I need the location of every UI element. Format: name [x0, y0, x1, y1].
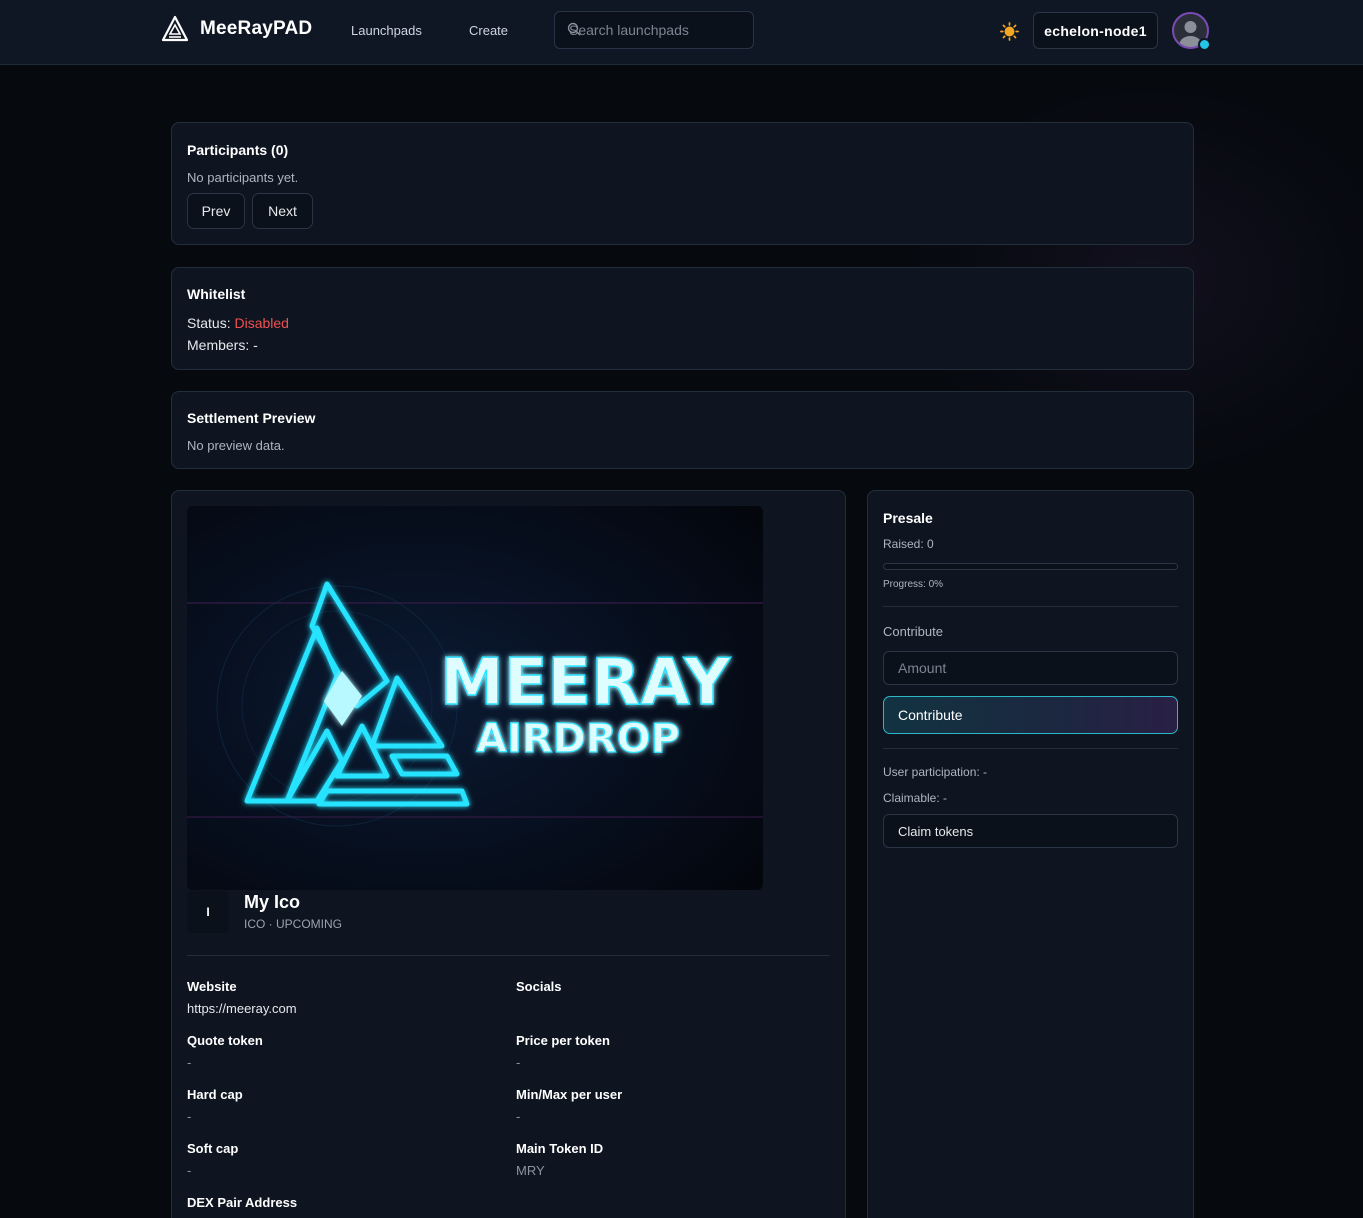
claim-tokens-button[interactable]: Claim tokens: [883, 814, 1178, 848]
presale-title: Presale: [883, 510, 933, 526]
whitelist-card: Whitelist Status: Disabled Members: -: [171, 267, 1194, 370]
prev-button[interactable]: Prev: [187, 193, 245, 229]
search-input[interactable]: [569, 12, 749, 48]
hard-cap-label: Hard cap: [187, 1087, 243, 1102]
website-link[interactable]: https://meeray.com: [187, 1001, 297, 1016]
presale-card: [867, 490, 1194, 1218]
contribute-heading: Contribute: [883, 624, 943, 639]
min-max-per-user-value: -: [516, 1109, 521, 1124]
claimable-text: Claimable: -: [883, 791, 948, 805]
presale-progress-bar: [883, 563, 1178, 570]
presale-divider-2: [883, 748, 1178, 749]
whitelist-status: Status: Disabled: [187, 315, 289, 331]
online-status-dot: [1198, 38, 1211, 51]
search-box: [554, 11, 754, 49]
whitelist-members-value: -: [253, 337, 258, 353]
quote-token-label: Quote token: [187, 1033, 263, 1048]
node-selector-button[interactable]: echelon-node1: [1033, 12, 1158, 49]
user-participation-text: User participation: -: [883, 765, 988, 779]
next-button[interactable]: Next: [252, 193, 313, 229]
project-banner-image: MEERAY AIRDROP: [187, 506, 763, 890]
whitelist-members-label: Members:: [187, 337, 250, 353]
main-token-id-value: MRY: [516, 1163, 545, 1178]
amount-input[interactable]: [883, 651, 1178, 685]
settlement-title: Settlement Preview: [187, 410, 316, 426]
meeray-airdrop-banner: MEERAY AIRDROP: [187, 506, 763, 890]
soft-cap-value: -: [187, 1163, 192, 1178]
nav-create[interactable]: Create: [469, 23, 508, 38]
participants-empty-text: No participants yet.: [187, 170, 299, 185]
min-max-per-user-label: Min/Max per user: [516, 1087, 623, 1102]
price-per-token-label: Price per token: [516, 1033, 610, 1048]
settlement-preview-card: Settlement Preview No preview data.: [171, 391, 1194, 469]
hard-cap-value: -: [187, 1109, 192, 1124]
website-label: Website: [187, 979, 237, 994]
contribute-button[interactable]: Contribute: [883, 696, 1178, 734]
main-token-id-label: Main Token ID: [516, 1141, 604, 1156]
settlement-empty-text: No preview data.: [187, 438, 285, 453]
quote-token-value: -: [187, 1055, 192, 1070]
brand-name: MeeRayPAD: [200, 18, 313, 39]
nav-launchpads[interactable]: Launchpads: [351, 23, 422, 38]
sun-icon[interactable]: [1000, 22, 1019, 41]
participants-title: Participants (0): [187, 142, 289, 158]
meeray-logo-icon: [161, 15, 189, 42]
project-name: My Ico: [244, 892, 301, 912]
whitelist-status-label: Status:: [187, 315, 231, 331]
presale-divider-1: [883, 606, 1178, 607]
participants-card: Participants (0) No participants yet. Pr…: [171, 122, 1194, 245]
socials-label: Socials: [516, 979, 562, 994]
project-type-status: ICO · UPCOMING: [244, 917, 342, 931]
soft-cap-label: Soft cap: [187, 1141, 239, 1156]
dex-pair-address-label: DEX Pair Address: [187, 1195, 298, 1210]
whitelist-title: Whitelist: [187, 286, 246, 302]
price-per-token-value: -: [516, 1055, 521, 1070]
token-badge: I: [187, 891, 229, 933]
banner-subline: AIRDROP: [476, 716, 680, 762]
brand-logo[interactable]: MeeRayPAD: [161, 15, 312, 43]
progress-text: Progress: 0%: [883, 579, 944, 590]
raised-text: Raised: 0: [883, 537, 934, 551]
whitelist-status-value: Disabled: [234, 315, 289, 331]
project-divider: [187, 955, 830, 956]
banner-headline: MEERAY: [440, 646, 731, 720]
top-navbar: MeeRayPAD Launchpads Create echelon-node…: [0, 0, 1363, 65]
whitelist-members: Members: -: [187, 337, 258, 353]
